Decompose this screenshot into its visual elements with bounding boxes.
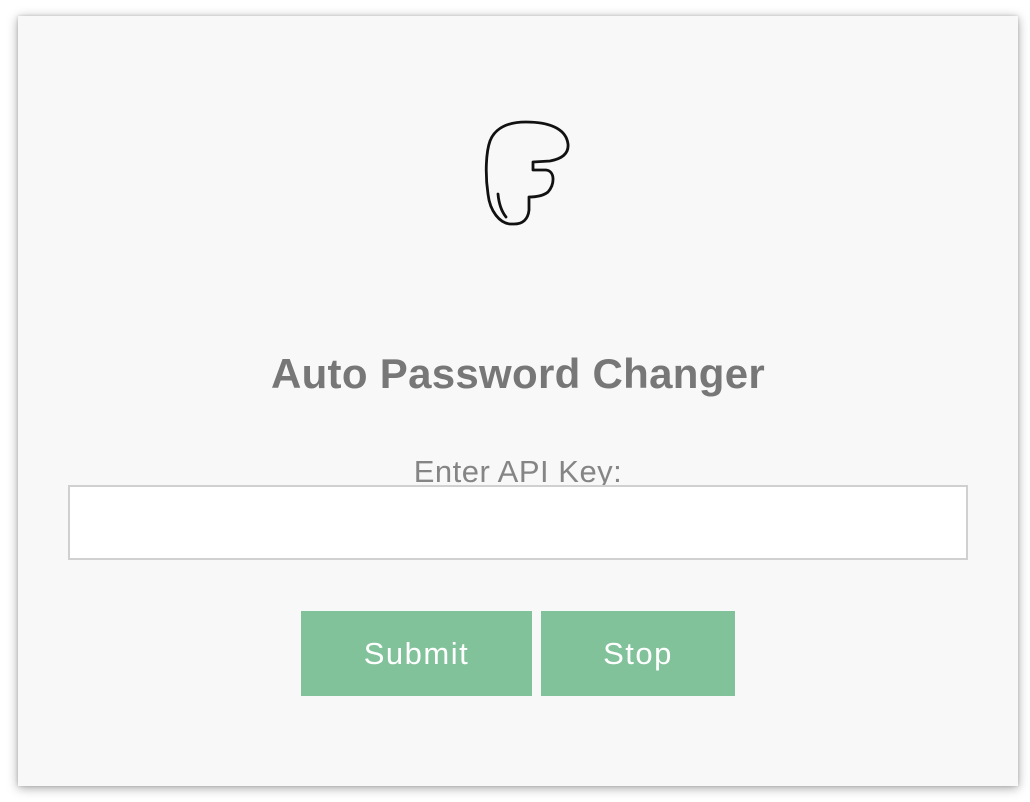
stop-button[interactable]: Stop <box>541 611 735 696</box>
app-logo-icon <box>484 120 570 226</box>
api-key-input[interactable] <box>68 485 968 560</box>
main-panel: Auto Password Changer Enter API Key: Sub… <box>18 16 1018 786</box>
submit-button[interactable]: Submit <box>301 611 532 696</box>
page-title: Auto Password Changer <box>270 350 766 397</box>
